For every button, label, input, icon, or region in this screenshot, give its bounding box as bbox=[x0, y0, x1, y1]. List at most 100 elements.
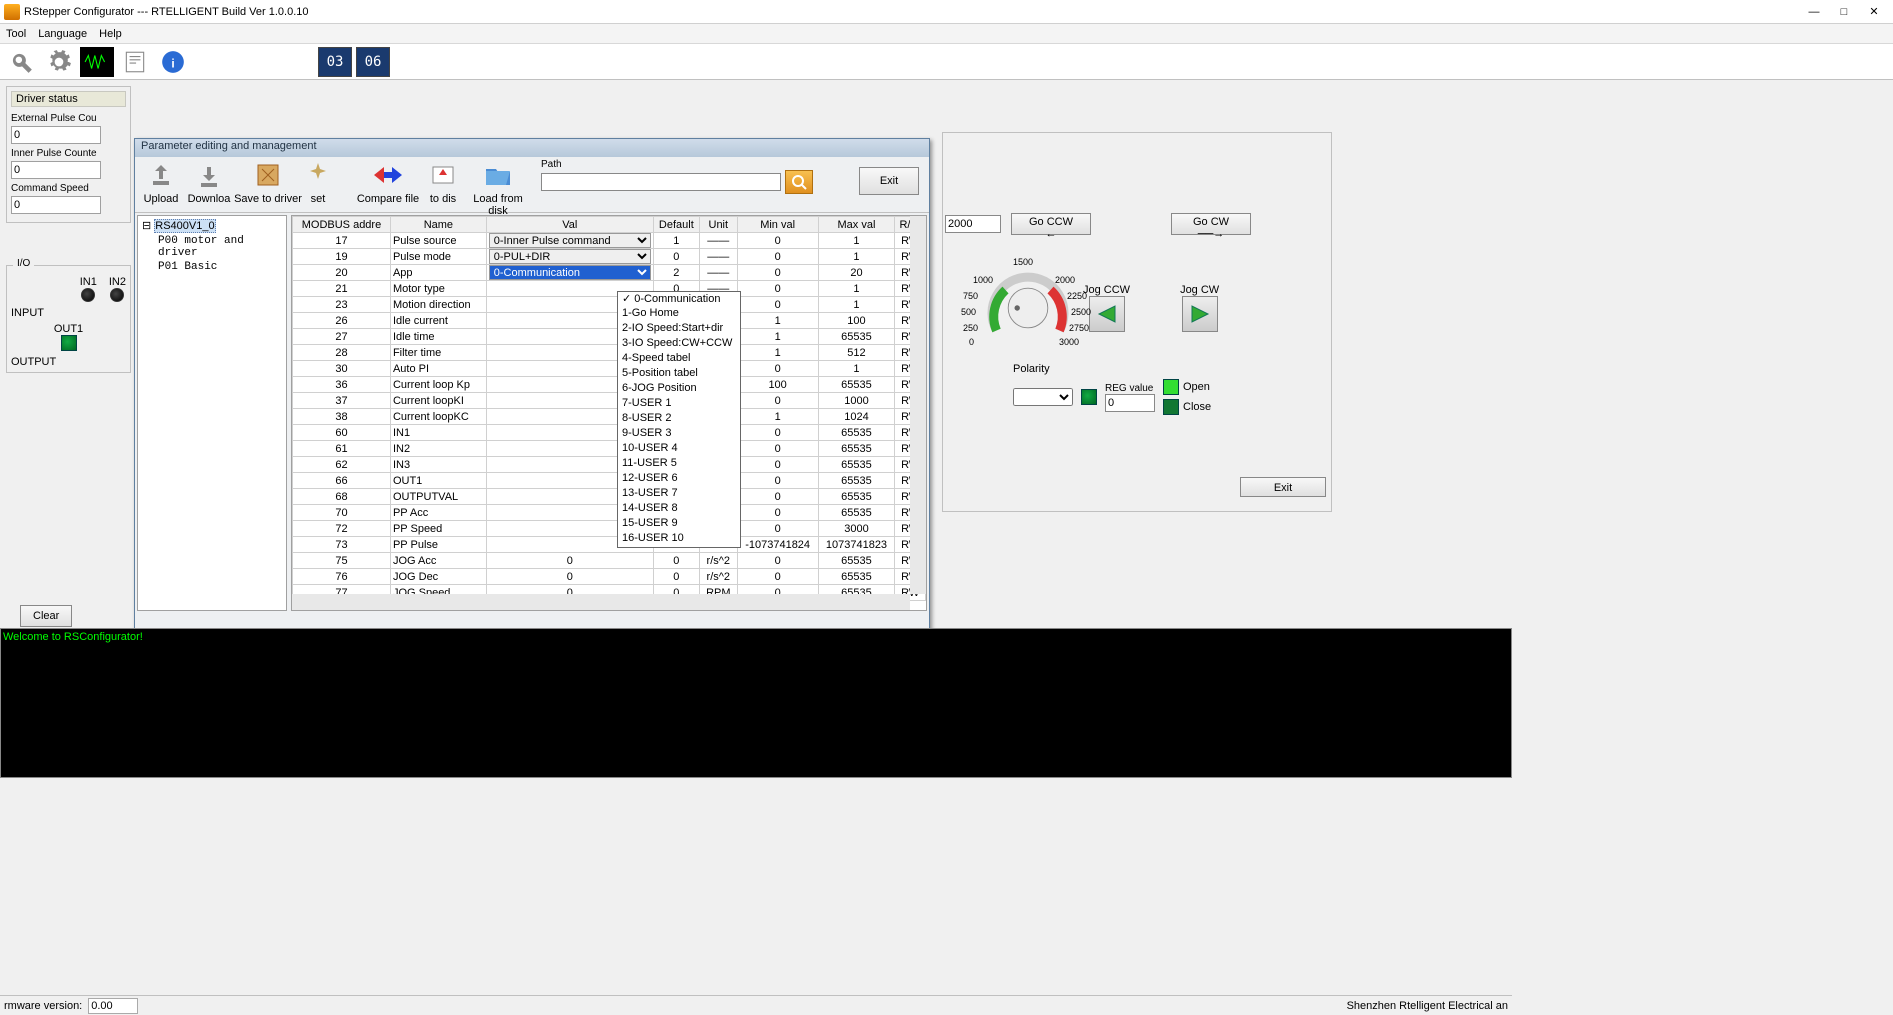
dropdown-item[interactable]: 1-Go Home bbox=[618, 307, 740, 322]
set-button[interactable]: set bbox=[303, 159, 333, 205]
table-row[interactable]: 30Auto PI1——01RW bbox=[293, 361, 926, 377]
polarity-select[interactable] bbox=[1013, 388, 1073, 406]
menu-language[interactable]: Language bbox=[38, 24, 87, 43]
table-row[interactable]: 75JOG Acc00r/s^2065535RW bbox=[293, 553, 926, 569]
dropdown-item[interactable]: 10-USER 4 bbox=[618, 442, 740, 457]
reg-value-input[interactable] bbox=[1105, 394, 1155, 412]
external-pulse-value[interactable] bbox=[11, 126, 101, 144]
dropdown-item[interactable]: 14-USER 8 bbox=[618, 502, 740, 517]
param-value-select[interactable]: 0-PUL+DIR bbox=[489, 249, 651, 264]
col-header[interactable]: Max val bbox=[818, 217, 895, 233]
table-scroll-h[interactable] bbox=[292, 594, 910, 610]
dropdown-item[interactable]: 6-JOG Position bbox=[618, 382, 740, 397]
table-row[interactable]: 36Current loop Kp1000——10065535RW bbox=[293, 377, 926, 393]
table-row[interactable]: 62IN336——065535RW bbox=[293, 457, 926, 473]
dropdown-item[interactable]: 13-USER 7 bbox=[618, 487, 740, 502]
table-row[interactable]: 68OUTPUTVAL0——065535RW bbox=[293, 489, 926, 505]
dropdown-item[interactable]: 12-USER 6 bbox=[618, 472, 740, 487]
table-row[interactable]: 61IN233——065535RW bbox=[293, 441, 926, 457]
minimize-button[interactable]: — bbox=[1799, 2, 1829, 22]
tool-gear-icon[interactable] bbox=[42, 47, 76, 77]
table-row[interactable]: 23Motion direction0——01RW bbox=[293, 297, 926, 313]
param-value-select[interactable]: 0-Communication bbox=[489, 265, 651, 280]
maximize-button[interactable]: □ bbox=[1829, 2, 1859, 22]
dropdown-item[interactable]: 0-Communication bbox=[618, 292, 740, 307]
tool-scope-icon[interactable] bbox=[80, 47, 114, 77]
upload-button[interactable]: Upload bbox=[137, 159, 185, 205]
param-value-select[interactable]: 0-Inner Pulse command bbox=[489, 233, 651, 248]
close-button[interactable]: ✕ bbox=[1859, 2, 1889, 22]
save-to-driver-button[interactable]: Save to driver bbox=[233, 159, 303, 205]
tool-digit-06[interactable]: 06 bbox=[356, 47, 390, 77]
in1-label: IN1 bbox=[80, 276, 97, 288]
dropdown-item[interactable]: 16-USER 10 bbox=[618, 532, 740, 547]
table-row[interactable]: 38Current loopKC384——11024RW bbox=[293, 409, 926, 425]
dropdown-item[interactable]: 9-USER 3 bbox=[618, 427, 740, 442]
table-row[interactable]: 60IN132——065535RW bbox=[293, 425, 926, 441]
menu-tool[interactable]: Tool bbox=[6, 24, 26, 43]
dropdown-item[interactable]: 4-Speed tabel bbox=[618, 352, 740, 367]
table-row[interactable]: 76JOG Dec00r/s^2065535RW bbox=[293, 569, 926, 585]
param-name: JOG Dec bbox=[390, 569, 486, 585]
tree-node-p01[interactable]: P01 Basic bbox=[140, 260, 284, 274]
path-input[interactable] bbox=[541, 173, 781, 191]
speed-dial[interactable]: 0 250 500 750 1000 1500 2000 2250 2500 2… bbox=[983, 263, 1073, 353]
browse-button[interactable] bbox=[785, 170, 813, 194]
table-row[interactable]: 66OUT117——065535RW bbox=[293, 473, 926, 489]
table-row[interactable]: 70PP Acc0r/s^2065535RW bbox=[293, 505, 926, 521]
panel-exit-button[interactable]: Exit bbox=[1240, 477, 1326, 497]
col-header[interactable]: MODBUS addre bbox=[293, 217, 391, 233]
go-cw-button[interactable]: Go CW ──→ bbox=[1171, 213, 1251, 235]
param-name: Current loop Kp bbox=[390, 377, 486, 393]
table-row[interactable]: 73PP Pulse0Pulse-10737418241073741823RW bbox=[293, 537, 926, 553]
dropdown-item[interactable]: 3-IO Speed:CW+CCW bbox=[618, 337, 740, 352]
dropdown-item[interactable]: 2-IO Speed:Start+dir bbox=[618, 322, 740, 337]
table-row[interactable]: 21Motor type0——01RW bbox=[293, 281, 926, 297]
command-speed-value[interactable] bbox=[11, 196, 101, 214]
parameter-tree[interactable]: ⊟ RS400V1_0 P00 motor and driver P01 Bas… bbox=[137, 215, 287, 611]
table-row[interactable]: 28Filter time12850us1512RW bbox=[293, 345, 926, 361]
dropdown-item[interactable]: 15-USER 9 bbox=[618, 517, 740, 532]
tool-note-icon[interactable] bbox=[118, 47, 152, 77]
table-row[interactable]: 17Pulse source0-Inner Pulse command1——01… bbox=[293, 233, 926, 249]
tree-node-p00[interactable]: P00 motor and driver bbox=[140, 234, 284, 260]
to-disk-button[interactable]: to dis bbox=[423, 159, 463, 205]
download-button[interactable]: Downloa bbox=[185, 159, 233, 205]
menu-help[interactable]: Help bbox=[99, 24, 122, 43]
table-row[interactable]: 72PP Speed0RPM03000RW bbox=[293, 521, 926, 537]
clear-button[interactable]: Clear bbox=[20, 605, 72, 627]
table-row[interactable]: 37Current loopKI50——01000RW bbox=[293, 393, 926, 409]
param-name: PP Pulse bbox=[390, 537, 486, 553]
param-name: Pulse mode bbox=[390, 249, 486, 265]
compare-file-button[interactable]: Compare file bbox=[353, 159, 423, 205]
table-row[interactable]: 19Pulse mode0-PUL+DIR0——01RW bbox=[293, 249, 926, 265]
jog-ccw-button[interactable] bbox=[1089, 296, 1125, 332]
tree-root[interactable]: RS400V1_0 bbox=[154, 219, 215, 233]
jog-cw-button[interactable] bbox=[1182, 296, 1218, 332]
tool-info-icon[interactable]: i bbox=[156, 47, 190, 77]
param-name: OUT1 bbox=[390, 473, 486, 489]
tool-digit-03[interactable]: 03 bbox=[318, 47, 352, 77]
col-header[interactable]: Name bbox=[390, 217, 486, 233]
dropdown-item[interactable]: 11-USER 5 bbox=[618, 457, 740, 472]
col-header[interactable]: Val bbox=[486, 217, 653, 233]
load-from-disk-button[interactable]: Load from disk bbox=[463, 159, 533, 217]
io-title: I/O bbox=[13, 258, 34, 269]
inner-pulse-value[interactable] bbox=[11, 161, 101, 179]
col-header[interactable]: Default bbox=[653, 217, 699, 233]
table-scroll-v[interactable] bbox=[910, 216, 926, 594]
go-ccw-button[interactable]: Go CCW ← bbox=[1011, 213, 1091, 235]
col-header[interactable]: Unit bbox=[699, 217, 737, 233]
dropdown-item[interactable]: 7-USER 1 bbox=[618, 397, 740, 412]
speed-input[interactable] bbox=[945, 215, 1001, 233]
dropdown-item[interactable]: 8-USER 2 bbox=[618, 412, 740, 427]
modal-exit-button[interactable]: Exit bbox=[859, 167, 919, 195]
table-row[interactable]: 20App0-Communication2——020RW bbox=[293, 265, 926, 281]
col-header[interactable]: Min val bbox=[737, 217, 818, 233]
dropdown-item[interactable]: 5-Position tabel bbox=[618, 367, 740, 382]
table-row[interactable]: 27Idle time500ms165535RW bbox=[293, 329, 926, 345]
app-dropdown-list[interactable]: 0-Communication1-Go Home2-IO Speed:Start… bbox=[617, 291, 741, 548]
tool-wrench-icon[interactable] bbox=[4, 47, 38, 77]
table-row[interactable]: 26Idle current50%1100RW bbox=[293, 313, 926, 329]
inner-pulse-label: Inner Pulse Counte bbox=[11, 148, 126, 159]
